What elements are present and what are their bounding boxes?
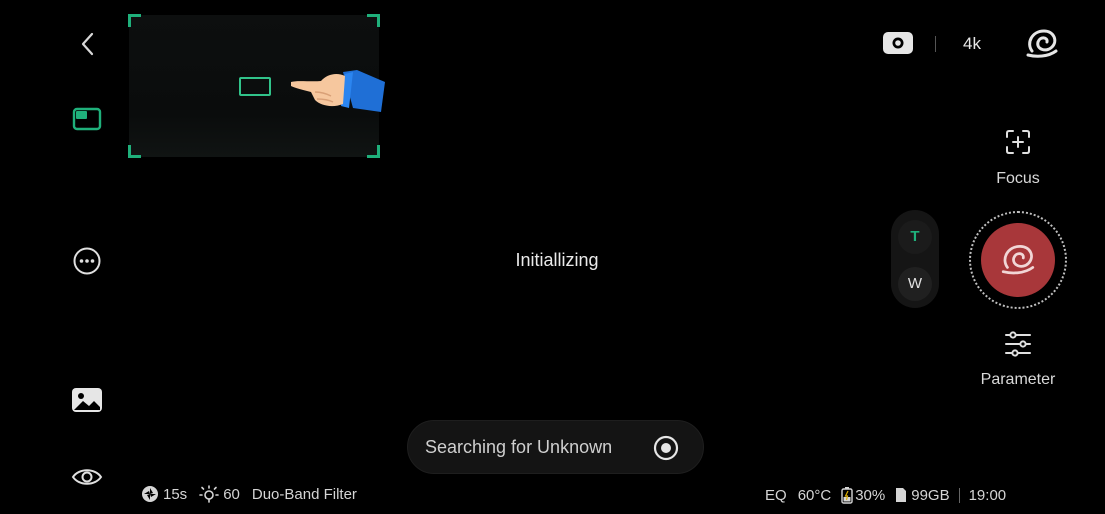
more-icon[interactable]	[72, 246, 102, 276]
eye-icon[interactable]	[70, 464, 104, 490]
live-preview-thumbnail[interactable]	[128, 14, 385, 158]
device-status-bar: EQ 60°C 30% 99GB 19:00	[765, 486, 1006, 504]
gain-value: 60	[223, 485, 240, 503]
frame-corner	[128, 145, 141, 158]
shutter-swirl-icon	[999, 242, 1037, 276]
pip-icon[interactable]	[72, 107, 102, 131]
gain-item[interactable]: 60	[199, 484, 240, 504]
storage-item: 99GB	[895, 486, 950, 504]
searching-text: Searching for Unknown	[425, 437, 613, 457]
filter-item[interactable]: Duo-Band Filter	[252, 486, 357, 503]
status-message: Initiallizing	[515, 250, 599, 270]
divider	[935, 36, 936, 52]
storage-value: 99GB	[911, 486, 950, 504]
resolution-label[interactable]: 4k	[963, 34, 981, 54]
exposure-item[interactable]: 15s	[141, 485, 187, 503]
parameter-icon[interactable]	[1004, 330, 1032, 358]
aperture-icon	[142, 486, 158, 502]
focus-label[interactable]: Focus	[980, 170, 1056, 188]
frame-corner	[128, 14, 141, 27]
exposure-value: 15s	[163, 485, 188, 503]
focus-icon[interactable]	[1004, 128, 1032, 156]
zoom-wide-button[interactable]: W	[898, 267, 932, 301]
target-frame	[239, 77, 271, 96]
zoom-tele-button[interactable]: T	[898, 220, 932, 254]
swirl-icon[interactable]	[1024, 27, 1060, 59]
frame-corner	[367, 145, 380, 158]
battery-value: 30%	[855, 486, 886, 504]
temperature-value: 60°C	[797, 486, 832, 504]
parameter-label[interactable]: Parameter	[968, 371, 1068, 389]
capture-settings-bar: 15s 60 Duo-Band Filter	[141, 484, 369, 504]
sun-icon	[199, 485, 219, 503]
stop-icon[interactable]	[652, 434, 680, 462]
photo-mode-icon[interactable]	[882, 30, 914, 56]
back-icon[interactable]	[76, 30, 100, 58]
clock-time: 19:00	[968, 486, 1007, 504]
battery-item: 30%	[841, 486, 885, 504]
frame-corner	[367, 14, 380, 27]
sd-card-icon	[896, 488, 907, 502]
gallery-icon[interactable]	[71, 386, 103, 414]
filter-value: Duo-Band Filter	[251, 485, 357, 503]
pointing-hand-icon	[287, 62, 391, 124]
battery-icon	[841, 487, 853, 504]
eq-label: EQ	[765, 486, 787, 504]
divider	[958, 487, 960, 503]
